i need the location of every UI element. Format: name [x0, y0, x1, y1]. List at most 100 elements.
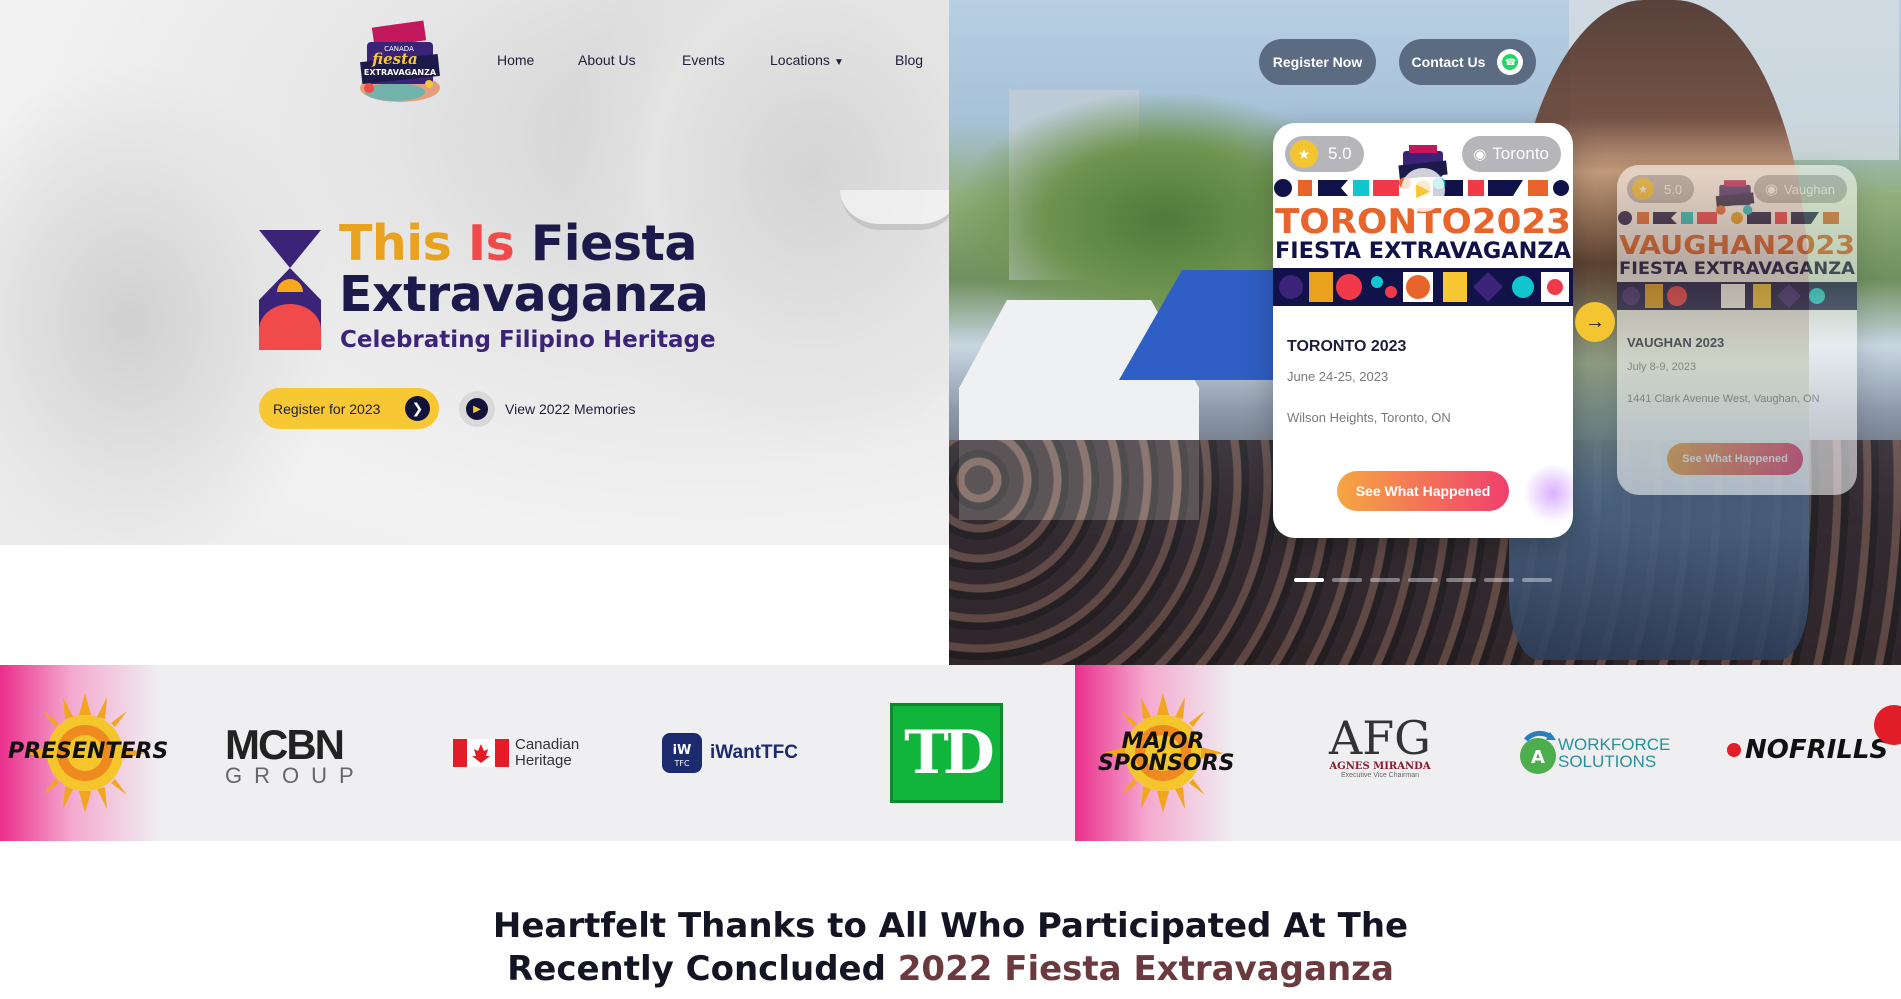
- view-memories-label: View 2022 Memories: [505, 401, 636, 417]
- iwanttfc-badge-subtext: TFC: [673, 759, 689, 768]
- play-icon: ▶: [1416, 179, 1430, 200]
- workforce-solutions-logo[interactable]: A WORKFORCE SOLUTIONS: [1518, 730, 1670, 776]
- thanks-line-2-highlight: 2022 Fiesta Extravaganza: [897, 949, 1394, 989]
- event-date: July 8-9, 2023: [1627, 361, 1697, 373]
- city-name: Vaughan: [1783, 181, 1835, 197]
- see-what-happened-button[interactable]: See What Happened: [1667, 443, 1803, 475]
- thanks-heading: Heartfelt Thanks to All Who Participated…: [0, 905, 1901, 991]
- thanks-line-1: Heartfelt Thanks to All Who Participated…: [492, 906, 1409, 946]
- canadian-heritage-text-1: Canadian: [515, 736, 580, 753]
- location-pin-icon: ◉: [1473, 146, 1487, 163]
- nofrills-logo[interactable]: NOFRILLS: [1727, 705, 1901, 765]
- fiesta-mini-logo-icon: [1715, 180, 1755, 215]
- rating-badge: ★ 5.0: [1627, 175, 1695, 203]
- canadian-heritage-logo[interactable]: Canadian Heritage: [453, 737, 579, 769]
- canada-flag-icon: [453, 739, 509, 767]
- workforce-solutions-text-2: SOLUTIONS: [1558, 752, 1657, 771]
- contact-us-button[interactable]: Contact Us ☎: [1399, 39, 1536, 85]
- hero-title-word-this: This: [339, 215, 452, 272]
- hero-title-word-is: Is: [467, 215, 515, 272]
- city-name: Toronto: [1492, 144, 1549, 163]
- card-play-button[interactable]: ▶: [1401, 168, 1445, 212]
- whatsapp-icon: ☎: [1497, 49, 1524, 75]
- nav-events[interactable]: Events: [682, 52, 725, 68]
- main-nav: Home About Us Events Locations ▼ Blog: [0, 52, 949, 72]
- view-memories-button[interactable]: ▶ View 2022 Memories: [459, 391, 635, 427]
- iwanttfc-badge-icon: iW TFC: [662, 733, 702, 773]
- rating-badge: ★ 5.0: [1285, 136, 1364, 172]
- carousel-pagination: [1294, 578, 1552, 582]
- nav-locations-label: Locations: [770, 52, 830, 68]
- mcbn-logo-subtext: GROUP: [225, 763, 366, 788]
- banner-name-vaughan: FIESTA EXTRAVAGANZA: [1619, 259, 1856, 279]
- agnes-subtitle: Executive Vice Chairman: [1340, 772, 1420, 779]
- carousel-dot[interactable]: [1294, 578, 1324, 582]
- decorative-blob: [1523, 463, 1573, 523]
- hero-subtitle: Celebrating Filipino Heritage: [340, 327, 716, 353]
- carousel-dot[interactable]: [1370, 578, 1400, 582]
- event-card-vaughan[interactable]: VAUGHAN2023 FIESTA EXTRAVAGANZA ★ 5.0 ◉ …: [1617, 165, 1857, 495]
- nav-about-us[interactable]: About Us: [578, 52, 636, 68]
- canadian-heritage-text: Canadian Heritage: [515, 737, 579, 769]
- carousel-next-arrow-icon[interactable]: →: [1575, 302, 1615, 342]
- chevron-down-icon: ▼: [833, 57, 844, 68]
- major-sponsors-label: MAJOR SPONSORS: [1098, 731, 1234, 775]
- star-icon: ★: [1632, 178, 1654, 200]
- register-2023-label: Register for 2023: [273, 400, 381, 417]
- star-icon: ★: [1290, 140, 1318, 168]
- agnes-monogram: AFG: [1329, 711, 1431, 765]
- carousel-dot[interactable]: [1446, 578, 1476, 582]
- contact-us-label: Contact Us: [1411, 54, 1486, 70]
- carousel-dot[interactable]: [1522, 578, 1552, 582]
- sponsors-strip: PRESENTERS MCBN GROUP Canadian Heritage i…: [0, 665, 1901, 841]
- carousel-dot[interactable]: [1332, 578, 1362, 582]
- hero-title-word-fiesta: Fiesta: [530, 215, 698, 272]
- event-title: TORONTO 2023: [1287, 338, 1407, 355]
- rating-value: 5.0: [1328, 144, 1352, 163]
- nav-blog[interactable]: Blog: [895, 52, 923, 68]
- agnes-name: AGNES MIRANDA: [1329, 761, 1431, 772]
- iwanttfc-text: iWantTFC: [710, 742, 798, 763]
- event-location: Wilson Heights, Toronto, ON: [1287, 410, 1451, 425]
- play-icon: ▶: [466, 398, 488, 420]
- thanks-line-2-prefix: Recently Concluded: [507, 949, 898, 989]
- event-date: June 24-25, 2023: [1287, 369, 1389, 384]
- city-badge: ◉ Toronto: [1462, 136, 1561, 172]
- mcbn-logo-text: MCBN: [225, 721, 345, 768]
- td-bank-logo[interactable]: TD: [890, 703, 1003, 803]
- register-now-button[interactable]: Register Now: [1259, 39, 1376, 85]
- arrow-right-icon: ❯: [405, 396, 430, 421]
- canadian-heritage-text-2: Heritage: [515, 752, 572, 769]
- iwanttfc-logo[interactable]: iW TFC iWantTFC: [662, 733, 798, 773]
- td-logo-text: TD: [890, 703, 1003, 803]
- rating-value: 5.0: [1664, 181, 1683, 197]
- nofrills-dot-icon: [1727, 743, 1741, 757]
- banner-name-toronto: FIESTA EXTRAVAGANZA: [1275, 239, 1571, 264]
- mcbn-group-logo[interactable]: MCBN GROUP: [225, 721, 375, 788]
- hero-title-line-2: Extravaganza: [339, 266, 709, 323]
- agnes-miranda-logo[interactable]: AFG AGNES MIRANDA Executive Vice Chairma…: [1325, 715, 1435, 779]
- workforce-solutions-text: WORKFORCE SOLUTIONS: [1558, 736, 1670, 770]
- city-badge: ◉ Vaughan: [1753, 175, 1847, 203]
- hero-title: This Is Fiesta Extravaganza: [339, 215, 709, 323]
- play-button-ring: ▶: [459, 391, 495, 427]
- event-location: 1441 Clark Avenue West, Vaughan, ON: [1627, 393, 1820, 405]
- nav-home[interactable]: Home: [497, 52, 534, 68]
- banner-city-vaughan: VAUGHAN2023: [1619, 231, 1855, 261]
- event-title: VAUGHAN 2023: [1627, 335, 1725, 350]
- register-2023-button[interactable]: Register for 2023 ❯: [259, 388, 439, 429]
- carousel-dot[interactable]: [1408, 578, 1438, 582]
- see-what-happened-button[interactable]: See What Happened: [1337, 471, 1509, 511]
- nofrills-text: NOFRILLS: [1745, 735, 1889, 765]
- iwanttfc-badge-text: iW: [673, 743, 692, 758]
- workforce-a-icon: A: [1520, 730, 1556, 774]
- event-banner-vaughan: VAUGHAN2023 FIESTA EXTRAVAGANZA: [1617, 210, 1857, 310]
- presenters-label: PRESENTERS: [8, 739, 169, 764]
- carousel-dot[interactable]: [1484, 578, 1514, 582]
- hourglass-mark-icon: [259, 230, 321, 350]
- major-sponsors-label-2: SPONSORS: [1098, 751, 1235, 776]
- location-pin-icon: ◉: [1764, 181, 1778, 198]
- event-card-toronto[interactable]: TORONTO2023 FIESTA EXTRAVAGANZA ★ 5.0 ◉ …: [1273, 123, 1573, 538]
- hero-left-panel: CANADA fiesta EXTRAVAGANZA Home About Us…: [0, 0, 949, 545]
- nav-locations[interactable]: Locations ▼: [770, 52, 844, 68]
